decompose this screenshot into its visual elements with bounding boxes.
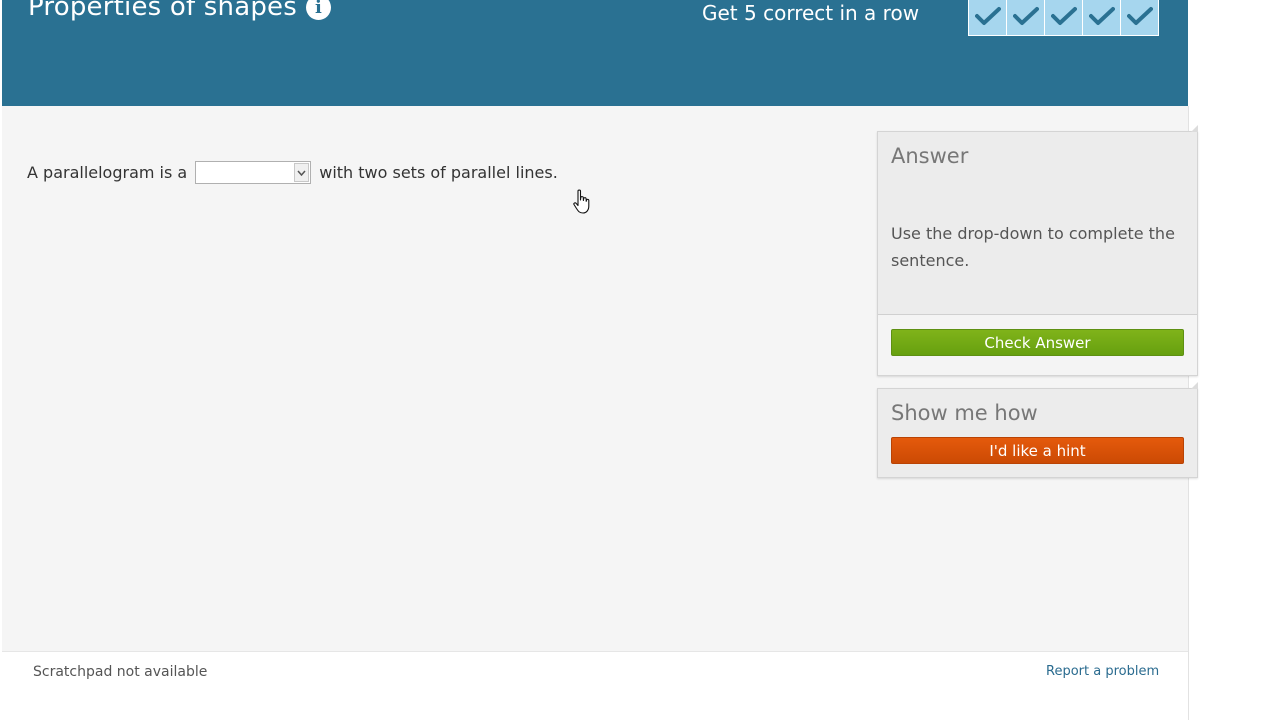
streak-box xyxy=(1083,0,1120,35)
answer-instructions: Use the drop-down to complete the senten… xyxy=(891,224,1175,270)
shape-dropdown[interactable] xyxy=(195,161,312,184)
panel-fold xyxy=(1191,382,1198,389)
check-icon xyxy=(1126,7,1153,25)
check-icon xyxy=(1088,7,1115,25)
chevron-down-icon[interactable] xyxy=(294,163,310,182)
streak-box xyxy=(969,0,1006,35)
report-problem-link[interactable]: Report a problem xyxy=(1046,664,1159,679)
streak-indicator xyxy=(968,0,1159,36)
title-text: Properties of shapes xyxy=(28,0,297,22)
streak-text: Get 5 correct in a row xyxy=(702,1,920,25)
answer-panel-title: Answer xyxy=(891,144,969,168)
check-icon xyxy=(974,7,1001,25)
check-answer-button[interactable]: Check Answer xyxy=(891,329,1184,356)
page-title: Properties of shapes i xyxy=(28,0,331,22)
exercise-page: Properties of shapes i Get 5 correct in … xyxy=(0,0,1280,720)
hint-panel-title: Show me how xyxy=(891,401,1038,425)
question-text-after: with two sets of parallel lines. xyxy=(319,163,558,182)
exercise-header: Properties of shapes i Get 5 correct in … xyxy=(2,0,1188,106)
streak-box xyxy=(1007,0,1044,35)
check-icon xyxy=(1012,7,1039,25)
streak-box xyxy=(1045,0,1082,35)
question-sentence: A parallelogram is a with two sets of pa… xyxy=(27,161,558,184)
info-icon[interactable]: i xyxy=(306,0,331,20)
answer-panel: Answer Use the drop-down to complete the… xyxy=(877,125,1198,376)
hint-button[interactable]: I'd like a hint xyxy=(891,437,1184,464)
hand-cursor-icon xyxy=(573,189,590,214)
scratchpad-status: Scratchpad not available xyxy=(33,664,208,680)
streak-box xyxy=(1121,0,1158,35)
hint-panel: Show me how I'd like a hint xyxy=(877,382,1198,478)
check-icon xyxy=(1050,7,1077,25)
panel-fold xyxy=(1191,125,1198,132)
question-text-before: A parallelogram is a xyxy=(27,163,188,182)
footer-divider xyxy=(2,651,1188,652)
